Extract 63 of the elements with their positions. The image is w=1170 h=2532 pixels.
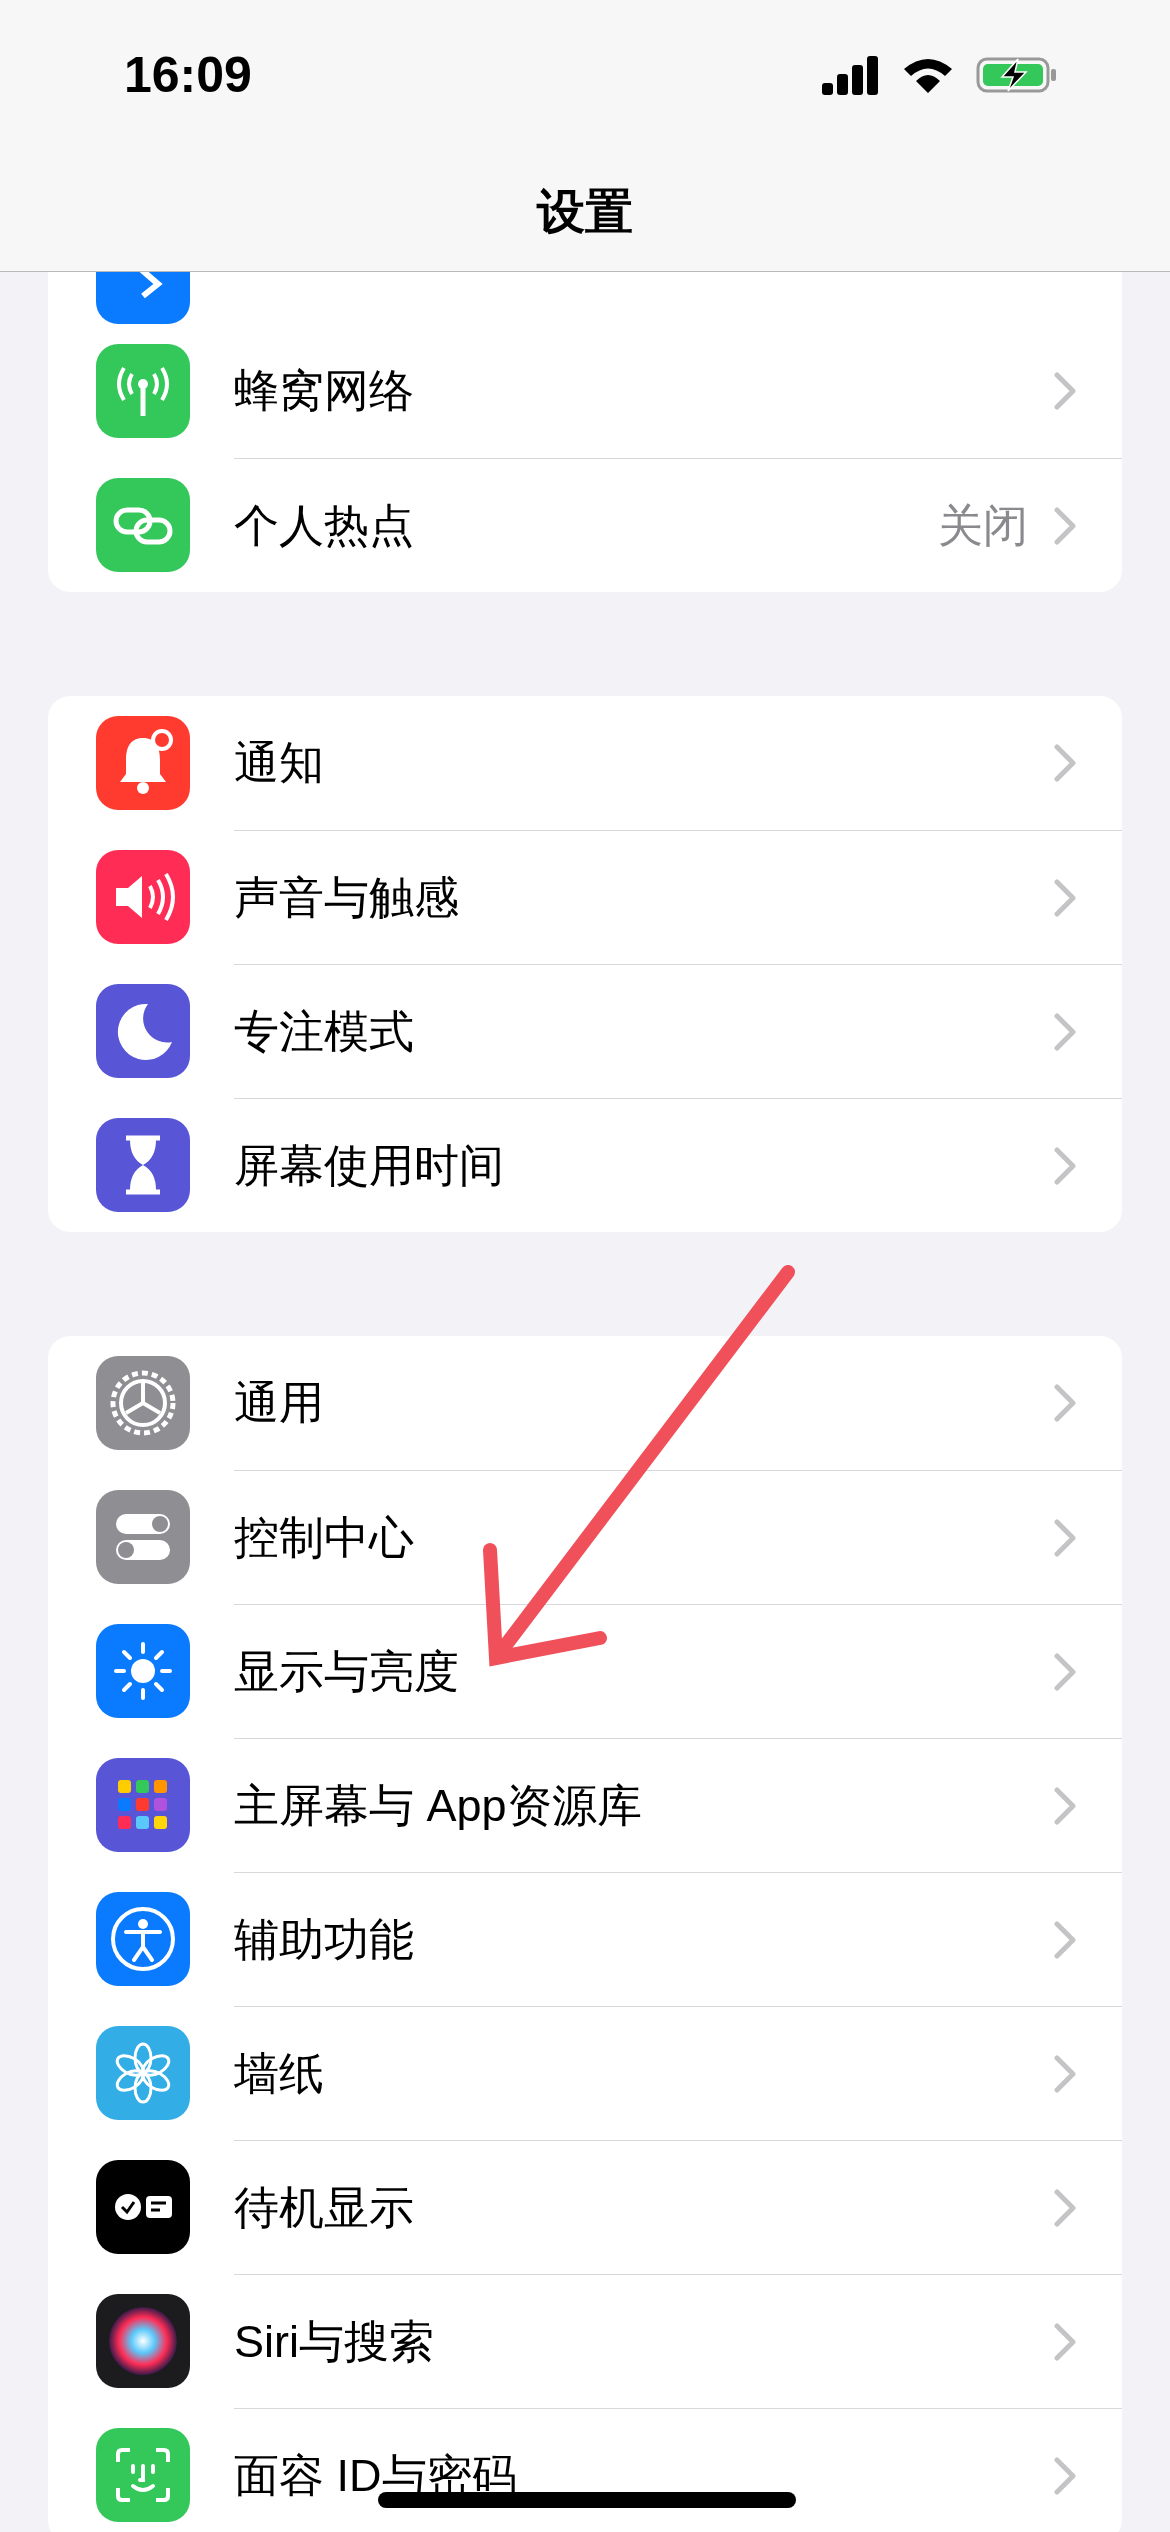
settings-row[interactable]: 声音与触感 xyxy=(48,830,1122,964)
settings-row[interactable]: 屏幕使用时间 xyxy=(48,1098,1122,1232)
orb-icon xyxy=(96,2294,190,2388)
settings-row[interactable]: 专注模式 xyxy=(48,964,1122,1098)
chevron-icon xyxy=(1054,2054,1076,2093)
settings-row[interactable]: 墙纸 xyxy=(48,2006,1122,2140)
row-label: 专注模式 xyxy=(234,1004,414,1059)
chevron-icon xyxy=(1054,372,1076,410)
gear-icon xyxy=(96,1356,190,1450)
status-time: 16:09 xyxy=(124,46,252,104)
chevron-icon xyxy=(1054,1920,1076,1959)
chevron-icon xyxy=(1054,1146,1076,1185)
row-label: 通用 xyxy=(234,1376,324,1430)
settings-row[interactable]: 通用 xyxy=(48,1336,1122,1470)
battery-charging-icon xyxy=(976,55,1058,95)
row-label: 蜂窝网络 xyxy=(234,364,414,418)
chevron-icon xyxy=(1054,2188,1076,2227)
face-id-icon xyxy=(96,2428,190,2522)
settings-row[interactable]: 通知 xyxy=(48,696,1122,830)
row-label: 个人热点 xyxy=(234,498,414,553)
bell-icon xyxy=(96,716,190,810)
settings-row[interactable]: 个人热点 关闭 xyxy=(48,458,1122,592)
flower-icon xyxy=(96,2026,190,2120)
chevron-icon xyxy=(1054,878,1076,917)
row-label: 通知 xyxy=(234,736,324,790)
settings-row[interactable]: 主屏幕与 App资源库 xyxy=(48,1738,1122,1872)
hourglass-icon xyxy=(96,1118,190,1212)
chevron-icon xyxy=(1054,1652,1076,1691)
chevron-icon xyxy=(1054,2322,1076,2361)
page-title: 设置 xyxy=(535,184,634,240)
row-label: 控制中心 xyxy=(234,1510,414,1565)
row-value: 关闭 xyxy=(938,498,1028,553)
signal-icon xyxy=(822,55,880,95)
chevron-icon xyxy=(1054,1786,1076,1825)
chevron-icon xyxy=(1054,744,1076,782)
clock-card-icon xyxy=(96,2160,190,2254)
row-label: 屏幕使用时间 xyxy=(234,1138,504,1193)
chevron-icon xyxy=(1054,506,1076,545)
settings-row[interactable]: 显示与亮度 xyxy=(48,1604,1122,1738)
row-label: 显示与亮度 xyxy=(234,1644,459,1699)
row-label: 待机显示 xyxy=(234,2180,414,2235)
chevron-icon xyxy=(1054,1012,1076,1051)
sun-icon xyxy=(96,1624,190,1718)
settings-row[interactable]: 控制中心 xyxy=(48,1470,1122,1604)
settings-row[interactable]: Siri与搜索 xyxy=(48,2274,1122,2408)
chevron-icon xyxy=(1054,1518,1076,1557)
row-label: Siri与搜索 xyxy=(234,2314,434,2369)
chevron-icon xyxy=(1054,2456,1076,2495)
settings-row[interactable]: 蜂窝网络 xyxy=(48,324,1122,458)
toggles-icon xyxy=(96,1490,190,1584)
settings-row[interactable]: 待机显示 xyxy=(48,2140,1122,2274)
speaker-icon xyxy=(96,850,190,944)
settings-row[interactable]: 辅助功能 xyxy=(48,1872,1122,2006)
row-label: 墙纸 xyxy=(234,2046,324,2101)
chevron-icon xyxy=(1054,1384,1076,1422)
antenna-icon xyxy=(96,344,190,438)
moon-icon xyxy=(96,984,190,1078)
row-label: 辅助功能 xyxy=(234,1912,414,1967)
link-icon xyxy=(96,478,190,572)
row-label: 主屏幕与 App资源库 xyxy=(234,1778,642,1833)
row-label: 声音与触感 xyxy=(234,870,459,925)
accessibility-icon xyxy=(96,1892,190,1986)
app-grid-icon xyxy=(96,1758,190,1852)
